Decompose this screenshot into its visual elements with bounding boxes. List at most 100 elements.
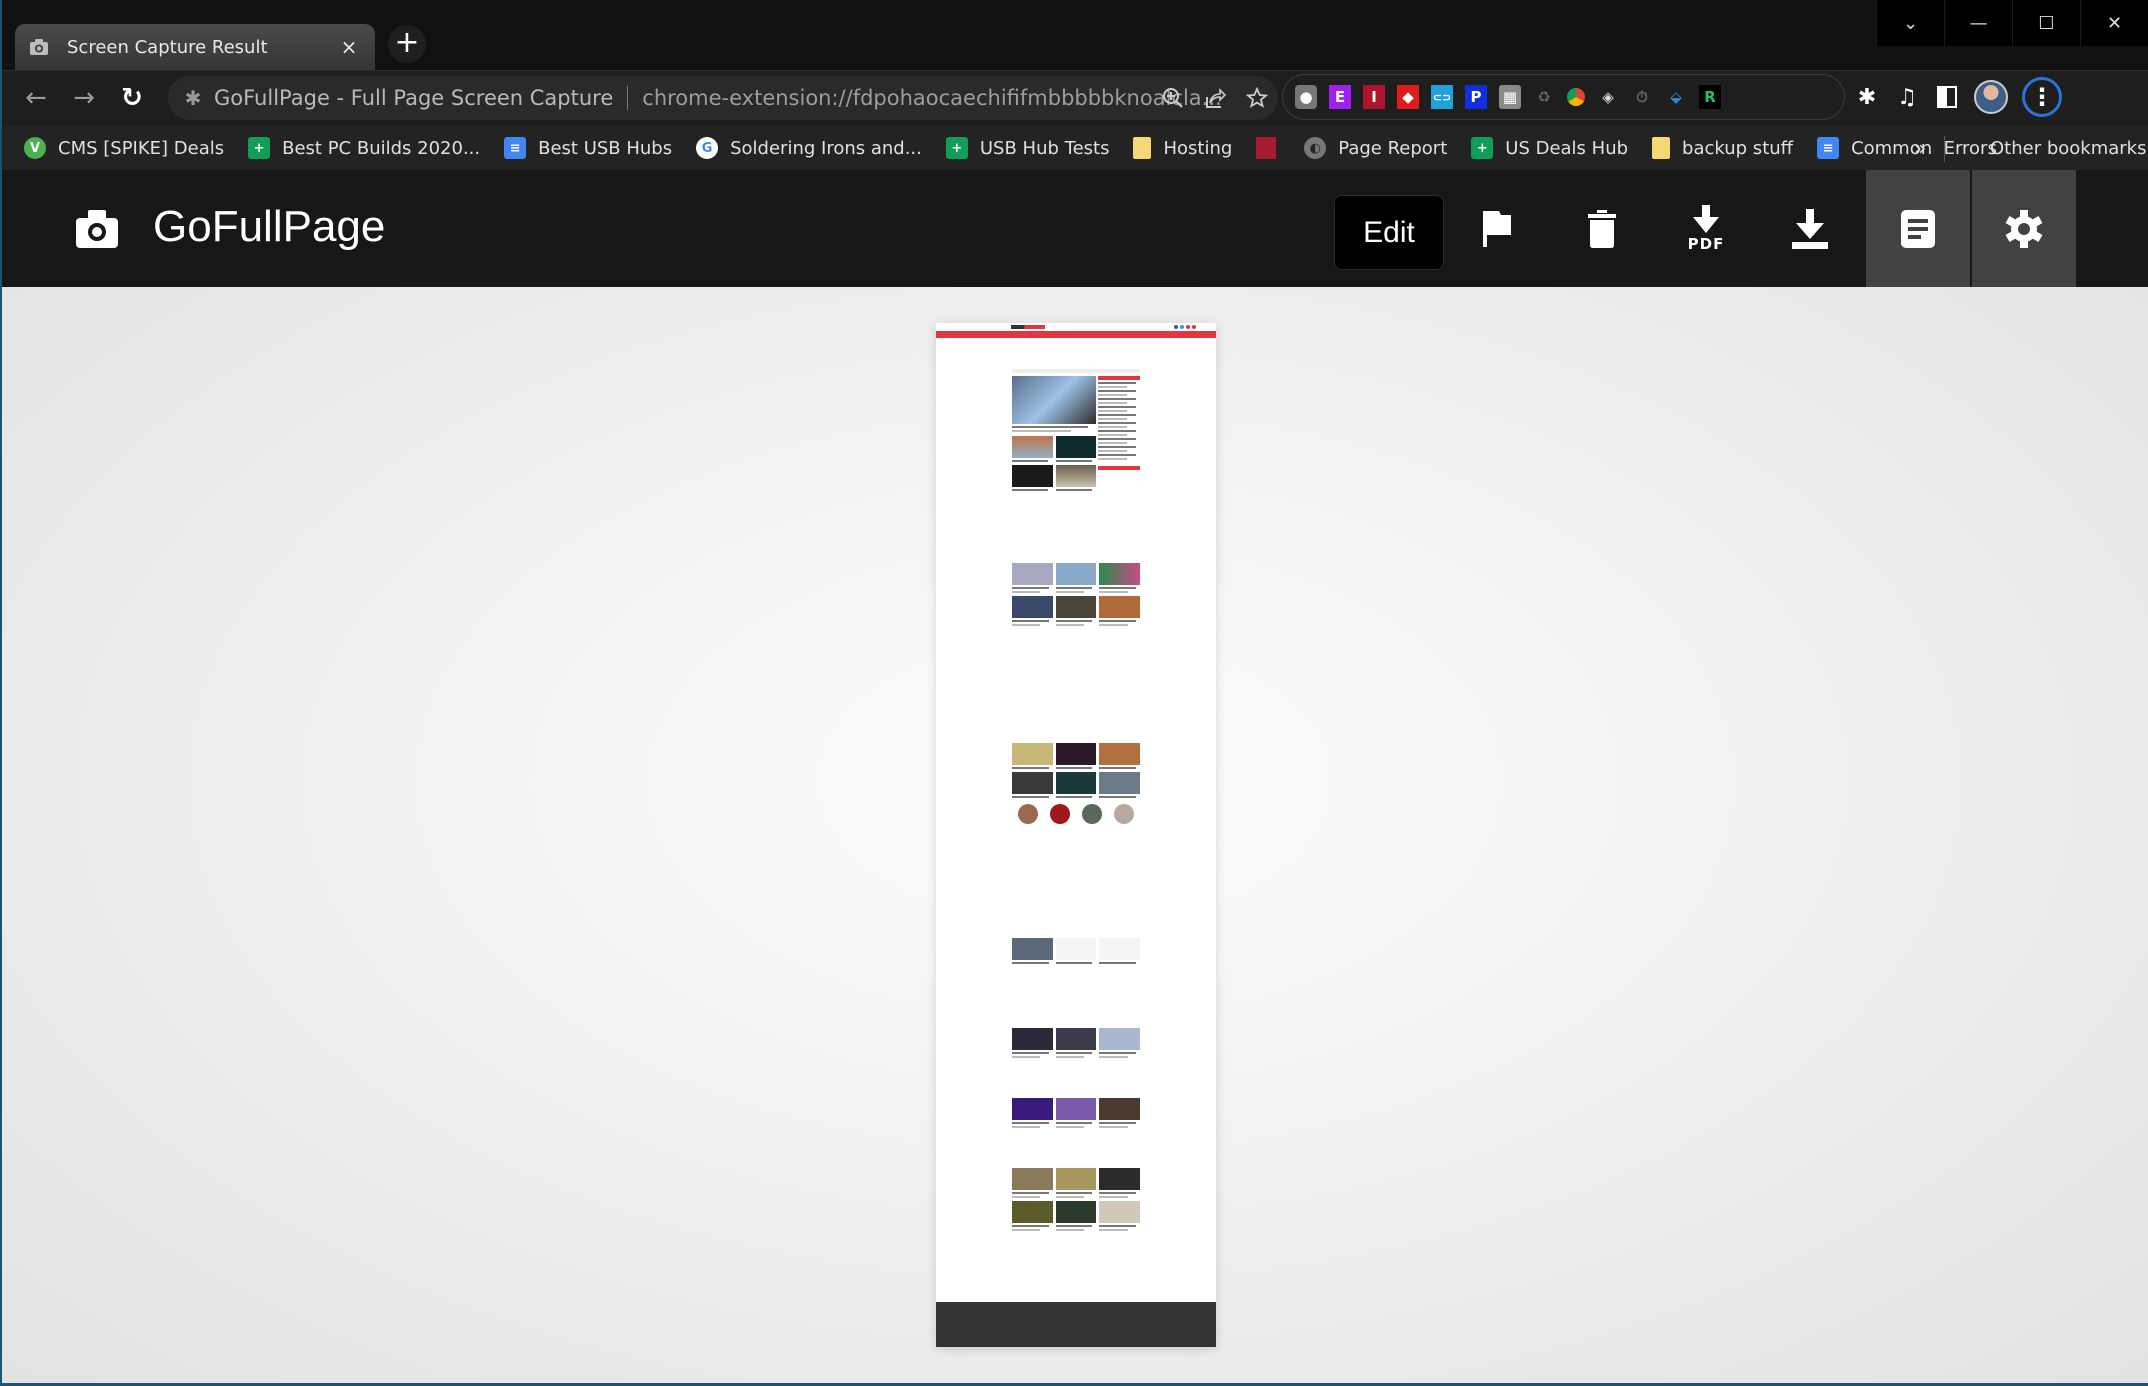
chrome-extension-icon[interactable] — [1567, 88, 1585, 106]
back-button[interactable]: ← — [18, 81, 54, 117]
puzzle-piece-icon: ✱ — [184, 86, 202, 110]
bookmark-label: Soldering Irons and... — [730, 137, 922, 159]
sheets-icon: + — [945, 137, 968, 159]
bookmark-folder-hosting[interactable]: Hosting — [1133, 137, 1232, 159]
docs-icon: ≡ — [504, 137, 527, 159]
sheets-icon: + — [1471, 137, 1494, 159]
extensions-puzzle-icon[interactable]: ✱ — [1854, 84, 1880, 110]
tab-title: Screen Capture Result — [67, 36, 268, 58]
bookmark-page-report[interactable]: ◐ Page Report — [1304, 137, 1447, 159]
gofullpage-extension-icon[interactable]: ● — [1295, 85, 1317, 109]
tab-screen-capture-result[interactable]: Screen Capture Result × — [15, 24, 375, 70]
globe-icon: ◐ — [1304, 137, 1327, 159]
extensions-bar: ● E I ◆ ⊂⊃ P ▦ ♻ ◈ ⏱ ⬙ R — [1282, 74, 1845, 120]
bookmark-us-deals-hub[interactable]: + US Deals Hub — [1471, 137, 1628, 159]
reload-button[interactable]: ↻ — [114, 81, 150, 117]
capture-preview-area — [2, 287, 2148, 1383]
bookmark-cms-spike-deals[interactable]: V CMS [SPIKE] Deals — [24, 137, 224, 159]
folder-icon — [1133, 137, 1152, 159]
profile-avatar[interactable] — [1974, 80, 2008, 114]
new-tab-button[interactable]: + — [388, 25, 426, 63]
chrome-menu-button[interactable]: ⋮ — [2022, 77, 2062, 117]
other-bookmarks-folder[interactable]: Other bookmarks — [1960, 126, 2146, 170]
trash-icon — [1588, 209, 1616, 248]
address-separator — [627, 86, 629, 110]
download-icon — [1792, 208, 1828, 249]
document-list-icon — [1901, 209, 1935, 248]
link-extension-icon[interactable]: ⊂⊃ — [1431, 85, 1453, 109]
thumb-section-laptops — [1012, 1098, 1141, 1131]
edit-button[interactable]: Edit — [1334, 195, 1444, 270]
camera-icon — [76, 210, 118, 248]
ice-cream-extension-icon[interactable]: ⬙ — [1665, 85, 1687, 109]
browser-toolbar: ← → ↻ ✱ GoFullPage - Full Page Screen Ca… — [2, 70, 2148, 126]
app-title: GoFullPage — [153, 202, 386, 251]
thumb-section-gaming — [1012, 1168, 1141, 1234]
bookmark-label: Other bookmarks — [1990, 137, 2147, 159]
camera-icon — [30, 39, 48, 55]
download-image-button[interactable] — [1758, 170, 1862, 287]
thumb-section-coupons — [1012, 938, 1141, 967]
zoom-icon[interactable] — [1162, 87, 1184, 109]
bookmark-label: Page Report — [1338, 137, 1448, 159]
bookmark-folder-backup-stuff[interactable]: backup stuff — [1652, 137, 1793, 159]
site-name: GoFullPage - Full Page Screen Capture — [214, 86, 614, 110]
side-panel-icon[interactable] — [1934, 84, 1960, 110]
more-bookmarks-chevron-icon[interactable]: » — [1914, 136, 1926, 160]
share-icon[interactable] — [1204, 87, 1226, 109]
bookmark-star-icon[interactable] — [1246, 87, 1268, 109]
delete-button[interactable] — [1550, 170, 1654, 287]
bookmark-usb-hub-tests[interactable]: + USB Hub Tests — [945, 137, 1109, 159]
bookmark-best-pc-builds[interactable]: + Best PC Builds 2020... — [248, 137, 480, 159]
thumb-section-reviews — [1012, 563, 1141, 629]
sheets-icon: + — [248, 137, 271, 159]
address-bar-actions — [1162, 76, 1268, 120]
tab-strip: Screen Capture Result × + ⌄ — ☐ ✕ — [2, 0, 2148, 70]
view-list-button[interactable] — [1866, 170, 1970, 287]
cube-extension-icon[interactable]: ◈ — [1597, 85, 1619, 109]
p-extension-icon[interactable]: P — [1465, 85, 1487, 109]
thumb-authors — [1012, 804, 1140, 824]
settings-button[interactable] — [1972, 170, 2076, 287]
folder-icon — [1652, 137, 1671, 159]
bookmark-best-usb-hubs[interactable]: ≡ Best USB Hubs — [504, 137, 672, 159]
maximize-button[interactable]: ☐ — [2012, 0, 2080, 46]
download-arrow-icon — [1693, 204, 1719, 233]
flag-icon — [1483, 210, 1511, 247]
google-icon: G — [696, 137, 719, 159]
window-controls: ⌄ — ☐ ✕ — [1876, 0, 2148, 46]
tab-search-button[interactable]: ⌄ — [1876, 0, 1944, 46]
address-bar[interactable]: ✱ GoFullPage - Full Page Screen Capture … — [168, 76, 1278, 120]
camel-extension-icon[interactable]: ▦ — [1499, 85, 1521, 109]
captured-page-thumbnail[interactable] — [936, 323, 1216, 1347]
app-header: GoFullPage Edit PDF — [2, 170, 2148, 287]
minimize-button[interactable]: — — [1944, 0, 2012, 46]
thumb-site-footer — [936, 1302, 1216, 1347]
media-control-icon[interactable]: ♫ — [1894, 84, 1920, 110]
download-pdf-button[interactable]: PDF — [1654, 170, 1758, 287]
i-extension-icon[interactable]: I — [1363, 85, 1385, 109]
bookmarks-bar: V CMS [SPIKE] Deals + Best PC Builds 2020.… — [2, 126, 2148, 170]
close-window-button[interactable]: ✕ — [2080, 0, 2148, 46]
bookmark-soldering-irons[interactable]: G Soldering Irons and... — [696, 137, 922, 159]
gear-icon — [2005, 209, 2043, 248]
bookmark-red-flag[interactable] — [1256, 137, 1288, 159]
e-extension-icon[interactable]: E — [1329, 85, 1351, 109]
timer-extension-icon[interactable]: ⏱ — [1631, 85, 1653, 109]
thumb-section-graphics-cards — [1012, 1028, 1141, 1061]
bookmark-label: Hosting — [1163, 137, 1233, 159]
r-extension-icon[interactable]: R — [1699, 85, 1721, 109]
forward-button[interactable]: → — [66, 81, 102, 117]
bookmark-label: US Deals Hub — [1505, 137, 1629, 159]
bookmark-label: CMS [SPIKE] Deals — [58, 137, 225, 159]
toolbar-right: ✱ ♫ ⋮ — [1854, 74, 2062, 120]
tag-extension-icon[interactable]: ◆ — [1397, 85, 1419, 109]
recycle-extension-icon[interactable]: ♻ — [1533, 85, 1555, 109]
bookmark-favicon-icon: V — [24, 137, 46, 159]
thumb-site-logo — [1011, 325, 1045, 329]
thumb-nav-bar — [936, 331, 1216, 338]
tab-close-icon[interactable]: × — [337, 35, 361, 59]
bookmarks-divider — [1944, 136, 1945, 162]
flag-favicon-icon — [1256, 137, 1277, 159]
report-issue-button[interactable] — [1446, 170, 1550, 287]
